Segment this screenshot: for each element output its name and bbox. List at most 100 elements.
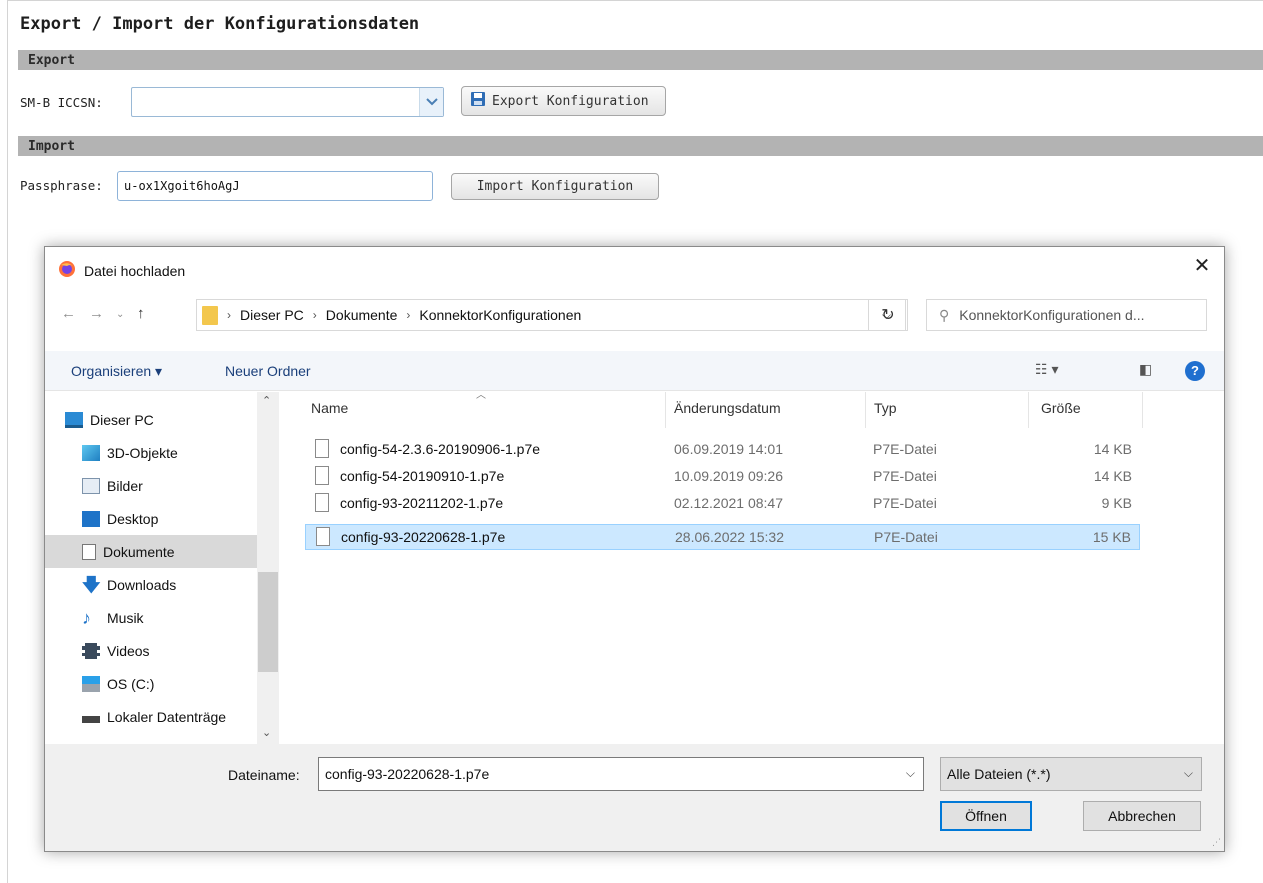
nav-item-desktop[interactable]: Desktop [45, 502, 257, 535]
passphrase-label: Passphrase: [20, 178, 103, 193]
nav-item-3d-objekte[interactable]: 3D-Objekte [45, 436, 257, 469]
file-row[interactable]: config-93-20211202-1.p7e 02.12.2021 08:4… [305, 491, 1140, 517]
nav-item-lokaler-datentraeger[interactable]: Lokaler Datenträge [45, 700, 257, 733]
nav-item-label: 3D-Objekte [107, 444, 178, 461]
computer-icon [65, 411, 83, 428]
resize-grip-icon[interactable]: ⋰ [1212, 837, 1221, 848]
column-header-type[interactable]: Typ [874, 400, 897, 416]
import-config-button[interactable]: Import Konfiguration [451, 173, 659, 200]
file-type: P7E-Datei [874, 529, 938, 545]
nav-item-label: Bilder [107, 477, 143, 494]
file-name: config-54-2.3.6-20190906-1.p7e [340, 441, 541, 457]
nav-item-videos[interactable]: Videos [45, 634, 257, 667]
command-bar: Organisieren ▾ Neuer Ordner ☷ ▾ ◧ ? [45, 351, 1224, 391]
iccsn-select[interactable] [131, 87, 444, 117]
nav-item-bilder[interactable]: Bilder [45, 469, 257, 502]
nav-scrollbar[interactable]: ⌃ ⌄ [257, 392, 279, 744]
breadcrumb-item[interactable]: Dokumente [326, 307, 398, 323]
recent-locations-chevron-icon[interactable]: ⌄ [116, 309, 124, 320]
file-size: 14 KB [1093, 441, 1132, 457]
nav-item-dokumente[interactable]: Dokumente [45, 535, 257, 568]
nav-item-label: Musik [107, 609, 144, 626]
file-date: 06.09.2019 14:01 [674, 441, 783, 457]
search-placeholder: KonnektorKonfigurationen d... [959, 307, 1145, 323]
nav-item-musik[interactable]: ♪ Musik [45, 601, 257, 634]
nav-item-downloads[interactable]: 🡇 Downloads [45, 568, 257, 601]
help-icon[interactable]: ? [1185, 361, 1205, 381]
passphrase-input[interactable]: u-ox1Xgoit6hoAgJ [117, 171, 433, 201]
view-options-icon[interactable]: ☷ ▾ [1035, 361, 1058, 378]
preview-pane-icon[interactable]: ◧ [1139, 361, 1152, 378]
export-config-button[interactable]: Export Konfiguration [461, 86, 666, 116]
nav-item-label: Lokaler Datenträge [107, 708, 227, 725]
file-icon [316, 527, 330, 546]
close-icon[interactable]: ✕ [1188, 255, 1216, 279]
column-divider[interactable] [1028, 392, 1029, 428]
folder-icon [202, 305, 218, 325]
drive-icon [82, 716, 100, 723]
scrollbar-thumb[interactable] [258, 572, 278, 672]
refresh-icon[interactable]: ↻ [868, 299, 908, 331]
file-row-selected[interactable]: config-93-20220628-1.p7e 28.06.2022 15:3… [305, 524, 1140, 550]
file-name: config-93-20211202-1.p7e [340, 495, 504, 511]
iccsn-label: SM-B ICCSN: [20, 95, 103, 110]
chevron-down-icon[interactable]: ⌵ [906, 766, 915, 781]
breadcrumb-item[interactable]: Dieser PC [240, 307, 304, 323]
desktop-icon [82, 510, 100, 527]
file-row[interactable]: config-54-2.3.6-20190906-1.p7e 06.09.201… [305, 437, 1140, 463]
pictures-icon [82, 477, 100, 494]
new-folder-button[interactable]: Neuer Ordner [225, 363, 311, 379]
file-type: P7E-Datei [873, 468, 937, 484]
file-name: config-93-20220628-1.p7e [341, 529, 506, 545]
column-header-name[interactable]: Name [311, 400, 348, 416]
page-title: Export / Import der Konfigurationsdaten [20, 14, 420, 34]
file-type: P7E-Datei [873, 441, 937, 457]
floppy-disk-icon [470, 91, 486, 111]
filetype-value: Alle Dateien (*.*) [947, 766, 1051, 782]
documents-icon [82, 543, 96, 560]
column-divider[interactable] [665, 392, 666, 428]
scroll-up-icon[interactable]: ⌃ [262, 394, 271, 407]
cancel-button[interactable]: Abbrechen [1083, 801, 1201, 831]
address-bar[interactable]: › Dieser PC › Dokumente › KonnektorKonfi… [196, 299, 906, 331]
file-type: P7E-Datei [873, 495, 937, 511]
file-date: 10.09.2019 09:26 [674, 468, 783, 484]
file-name: config-54-20190910-1.p7e [340, 468, 505, 484]
sort-ascending-icon: ︿ [476, 390, 486, 401]
page: Export / Import der Konfigurationsdaten … [0, 0, 1263, 883]
nav-item-label: Desktop [107, 510, 159, 527]
nav-item-label: Dokumente [103, 543, 175, 560]
column-divider[interactable] [1142, 392, 1143, 428]
column-divider[interactable] [865, 392, 866, 428]
dialog-footer: Dateiname: config-93-20220628-1.p7e ⌵ Al… [45, 744, 1224, 851]
search-box[interactable]: ⚲ KonnektorKonfigurationen d... [926, 299, 1207, 331]
file-size: 15 KB [1092, 529, 1131, 545]
up-arrow-icon[interactable]: ↑ [137, 305, 145, 322]
column-header-date[interactable]: Änderungsdatum [674, 400, 781, 416]
file-icon [315, 493, 329, 512]
nav-item-os-c[interactable]: OS (C:) [45, 667, 257, 700]
filename-input[interactable]: config-93-20220628-1.p7e ⌵ [318, 757, 924, 791]
forward-arrow-icon[interactable]: → [89, 305, 104, 322]
export-section-header: Export [18, 50, 1263, 70]
nav-item-label: OS (C:) [107, 675, 155, 692]
back-arrow-icon[interactable]: ← [61, 305, 76, 322]
scroll-down-icon[interactable]: ⌄ [262, 726, 271, 739]
firefox-icon [58, 260, 76, 281]
breadcrumb-item[interactable]: KonnektorKonfigurationen [419, 307, 581, 323]
nav-item-dieser-pc[interactable]: Dieser PC [45, 403, 257, 436]
file-size: 14 KB [1093, 468, 1132, 484]
chevron-down-icon[interactable]: ⌵ [1184, 766, 1193, 781]
import-section-header: Import [18, 136, 1263, 156]
file-row[interactable]: config-54-20190910-1.p7e 10.09.2019 09:2… [305, 464, 1140, 490]
export-config-label: Export Konfiguration [492, 93, 649, 109]
filename-value: config-93-20220628-1.p7e [325, 766, 490, 782]
film-icon [82, 642, 100, 659]
filetype-select[interactable]: Alle Dateien (*.*) ⌵ [940, 757, 1202, 791]
filename-label: Dateiname: [228, 767, 300, 783]
chevron-down-icon[interactable] [419, 88, 443, 116]
column-header-size[interactable]: Größe [1041, 400, 1081, 416]
breadcrumb-separator-icon: › [227, 308, 231, 322]
organize-menu[interactable]: Organisieren ▾ [71, 363, 162, 380]
open-button[interactable]: Öffnen [940, 801, 1032, 831]
